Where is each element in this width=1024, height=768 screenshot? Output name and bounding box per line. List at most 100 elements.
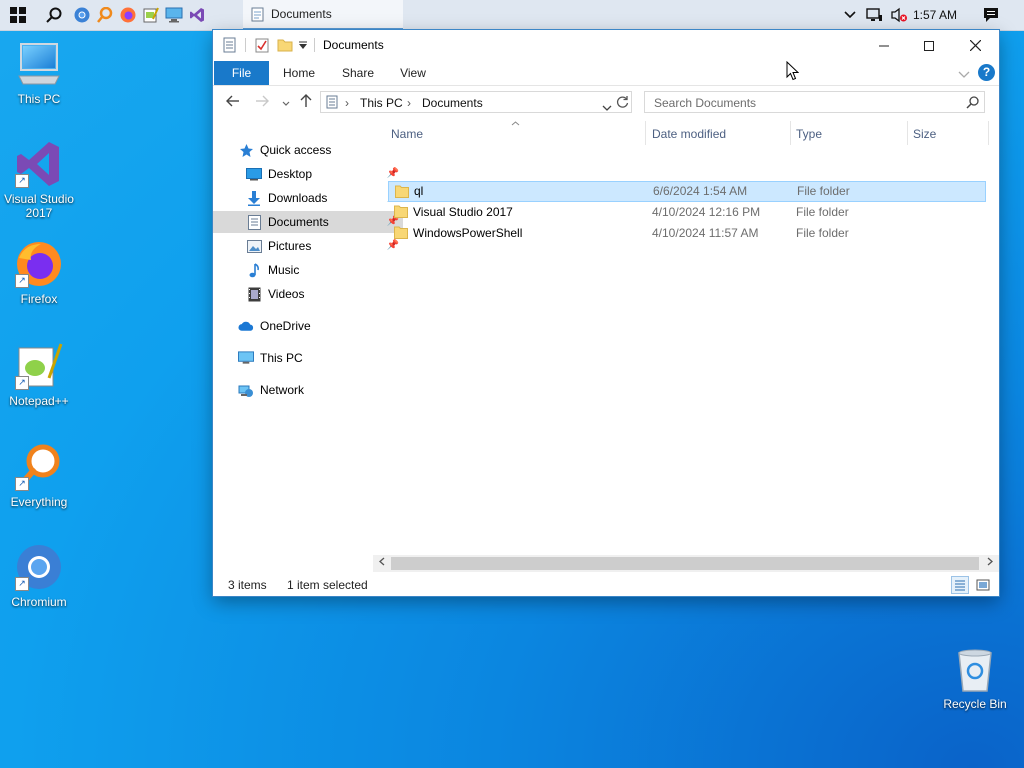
breadcrumb-separator-icon[interactable]: › [407,96,411,110]
desktop-icon-visual-studio[interactable]: ↗ Visual Studio 2017 [1,140,77,220]
taskbar: Documents 1:57 AM [0,0,1024,31]
ribbon-expand-icon[interactable] [958,68,970,82]
desktop-icon-label: Chromium [11,595,67,609]
desktop-icon-label: Notepad++ [9,394,69,408]
recent-locations-button[interactable] [277,94,295,110]
download-arrow-icon [246,190,262,206]
column-separator[interactable] [645,121,646,145]
explorer-window: Documents File Home Share View ? › This … [213,30,999,596]
breadcrumb-documents[interactable]: Documents [422,96,483,110]
back-button[interactable] [224,94,242,110]
minimize-icon [879,45,889,46]
film-icon [246,286,262,302]
file-type: File folder [797,184,850,198]
chevron-up-icon[interactable] [840,0,860,30]
scrollbar-thumb[interactable] [391,557,979,570]
document-properties-icon[interactable] [223,37,237,53]
desktop-icon-this-pc[interactable]: This PC [1,40,77,106]
tab-view[interactable]: View [389,61,437,85]
star-icon [238,142,254,158]
file-row[interactable]: WindowsPowerShell 4/10/2024 11:57 AM Fil… [388,223,986,244]
maximize-icon [924,40,934,51]
nav-quick-access[interactable]: Quick access [213,139,395,161]
breadcrumb-this-pc[interactable]: This PC [360,96,403,110]
this-pc-icon [15,40,63,88]
tab-home[interactable]: Home [275,61,323,85]
pictures-icon [246,238,262,254]
nav-desktop[interactable]: Desktop 📌 [213,163,403,185]
nav-documents[interactable]: Documents 📌 [213,211,403,233]
nav-downloads[interactable]: Downloads 📌 [213,187,403,209]
this-pc-icon[interactable] [163,4,185,26]
shortcut-arrow-icon: ↗ [15,274,29,288]
windows-start-icon[interactable] [7,4,29,26]
scroll-left-icon[interactable] [375,556,389,571]
properties-checkbox-icon[interactable] [255,37,269,53]
column-header-type[interactable]: Type [791,123,906,145]
address-bar[interactable]: › This PC › Documents [320,91,632,113]
tab-file[interactable]: File [214,61,269,85]
notepadpp-icon[interactable] [140,4,162,26]
taskbar-task-documents[interactable]: Documents [243,0,403,30]
search-icon[interactable] [43,4,65,26]
up-button[interactable] [297,94,315,110]
refresh-icon[interactable] [616,95,629,112]
volume-muted-icon[interactable] [888,0,910,30]
details-view-button[interactable] [951,576,969,594]
search-input[interactable] [652,95,956,111]
shortcut-arrow-icon: ↗ [15,376,29,390]
nav-onedrive[interactable]: OneDrive [213,315,395,337]
everything-icon[interactable] [94,4,116,26]
shortcut-arrow-icon: ↗ [15,477,29,491]
chevron-down-icon [282,101,290,106]
title-bar[interactable]: Documents [213,30,999,61]
arrow-right-icon [256,95,269,107]
nav-music[interactable]: Music [213,259,403,281]
network-icon[interactable] [863,0,885,30]
nav-pictures[interactable]: Pictures 📌 [213,235,403,257]
maximize-button[interactable] [906,30,952,61]
desktop-icon-firefox[interactable]: ↗ Firefox [1,240,77,306]
desktop-icon-label: Visual Studio [4,192,74,206]
desktop-icon-everything[interactable]: ↗ Everything [1,443,77,509]
nav-network[interactable]: Network [213,379,395,401]
file-row[interactable]: ql 6/6/2024 1:54 AM File folder [388,181,986,202]
horizontal-scrollbar[interactable] [373,555,999,572]
cloud-icon [238,318,254,334]
visual-studio-icon[interactable] [186,4,208,26]
file-type: File folder [796,205,849,219]
column-header-size[interactable]: Size [908,123,988,145]
file-date: 6/6/2024 1:54 AM [653,184,748,198]
column-header-date[interactable]: Date modified [647,123,789,145]
clock[interactable]: 1:57 AM [913,0,957,30]
desktop-icon-notepadpp[interactable]: ↗ Notepad++ [1,342,77,408]
file-name: ql [414,184,424,198]
new-folder-icon[interactable] [277,37,293,53]
breadcrumb-separator-icon[interactable]: › [345,96,349,110]
search-box[interactable] [644,91,985,113]
minimize-button[interactable] [861,30,907,61]
close-button[interactable] [952,30,998,61]
address-row: › This PC › Documents [213,86,999,118]
file-row[interactable]: Visual Studio 2017 4/10/2024 12:16 PM Fi… [388,202,986,223]
tab-share[interactable]: Share [333,61,383,85]
desktop-icon-chromium[interactable]: ↗ Chromium [1,543,77,609]
help-icon[interactable]: ? [978,64,995,81]
address-dropdown-icon[interactable] [602,100,612,114]
scroll-right-icon[interactable] [983,556,997,571]
folder-icon [395,185,409,198]
customize-qat-icon[interactable] [298,37,308,53]
search-icon[interactable] [966,96,979,112]
folder-icon [394,205,408,218]
desktop-icon-recycle-bin[interactable]: Recycle Bin [937,645,1013,711]
large-icons-view-button[interactable] [974,576,992,594]
column-separator[interactable] [988,121,989,145]
nav-videos[interactable]: Videos [213,283,403,305]
arrow-left-icon [226,95,239,107]
forward-button[interactable] [253,94,271,110]
notification-icon[interactable] [980,0,1002,30]
nav-this-pc[interactable]: This PC [213,347,395,369]
firefox-icon[interactable] [117,4,139,26]
column-header-name[interactable]: Name [386,123,644,145]
chromium-icon[interactable] [71,4,93,26]
